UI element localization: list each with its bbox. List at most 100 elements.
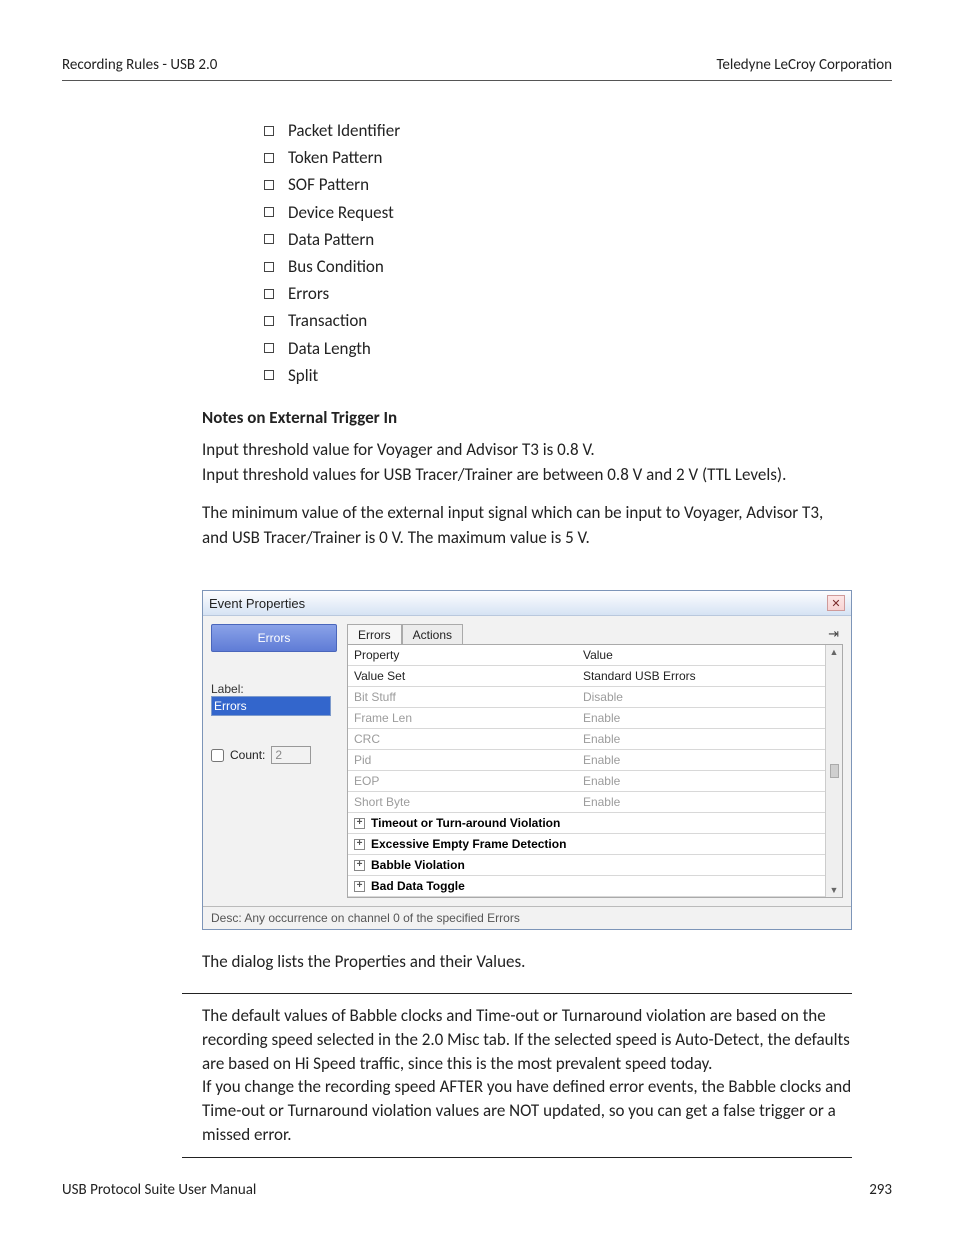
square-bullet-icon <box>264 343 274 353</box>
table-row: Frame LenEnable <box>348 708 825 729</box>
list-item-label: Transaction <box>288 307 367 334</box>
table-row: CRCEnable <box>348 729 825 750</box>
label-caption: Label: <box>211 682 337 696</box>
list-item: Data Length <box>264 335 892 362</box>
list-item: Errors <box>264 280 892 307</box>
square-bullet-icon <box>264 316 274 326</box>
footer-left: USB Protocol Suite User Manual <box>62 1181 256 1199</box>
table-row: Bit StuffDisable <box>348 687 825 708</box>
label-field[interactable] <box>211 696 331 716</box>
cell-value: Enable <box>577 771 825 791</box>
event-properties-dialog: Event Properties ✕ Errors Label: Count: … <box>202 590 852 930</box>
vertical-scrollbar[interactable]: ▲ ▼ <box>825 645 842 897</box>
cell-property: Pid <box>348 750 577 770</box>
cell-value: Enable <box>577 729 825 749</box>
cell-value: Enable <box>577 750 825 770</box>
tab-actions[interactable]: Actions <box>402 624 463 645</box>
close-icon[interactable]: ✕ <box>827 595 845 611</box>
table-group-row[interactable]: + Excessive Empty Frame Detection <box>348 834 825 855</box>
group-label: Timeout or Turn-around Violation <box>371 816 560 830</box>
square-bullet-icon <box>264 153 274 163</box>
paragraph-minmax: The minimum value of the external input … <box>202 501 852 550</box>
table-group-row[interactable]: + Timeout or Turn-around Violation <box>348 813 825 834</box>
list-item: Device Request <box>264 199 892 226</box>
cell-property: Value Set <box>348 666 577 686</box>
square-bullet-icon <box>264 262 274 272</box>
note-line: If you change the recording speed AFTER … <box>202 1075 852 1146</box>
expand-icon[interactable]: + <box>354 860 365 871</box>
cell-value: Disable <box>577 687 825 707</box>
table-row: PropertyValue <box>348 645 825 666</box>
note-line: The default values of Babble clocks and … <box>202 1004 852 1075</box>
count-caption: Count: <box>230 748 265 762</box>
dialog-desc: Desc: Any occurrence on channel 0 of the… <box>203 906 851 929</box>
list-item: Bus Condition <box>264 253 892 280</box>
paragraph-thresholds: Input threshold value for Voyager and Ad… <box>202 438 852 487</box>
cell-value: Standard USB Errors <box>577 666 825 686</box>
cell-property: CRC <box>348 729 577 749</box>
section-subhead: Notes on External Trigger In <box>202 407 892 428</box>
paragraph-after-dialog: The dialog lists the Properties and thei… <box>202 950 852 975</box>
list-item-label: Split <box>288 362 318 389</box>
list-item-label: Token Pattern <box>288 144 382 171</box>
square-bullet-icon <box>264 234 274 244</box>
table-group-row[interactable]: + Babble Violation <box>348 855 825 876</box>
errors-button[interactable]: Errors <box>211 624 337 652</box>
para-line: Input threshold value for Voyager and Ad… <box>202 439 595 460</box>
page-header: Recording Rules - USB 2.0 Teledyne LeCro… <box>62 56 892 81</box>
tab-errors[interactable]: Errors <box>347 624 402 645</box>
dialog-titlebar: Event Properties ✕ <box>203 591 851 616</box>
list-item: Packet Identifier <box>264 117 892 144</box>
table-group-row[interactable]: + Bad Data Toggle <box>348 876 825 897</box>
list-item-label: Bus Condition <box>288 253 384 280</box>
cell-value: Value <box>577 645 825 665</box>
count-field[interactable] <box>271 746 311 764</box>
header-left: Recording Rules - USB 2.0 <box>62 56 217 74</box>
page-footer: USB Protocol Suite User Manual 293 <box>62 1181 892 1199</box>
list-item-label: Errors <box>288 280 329 307</box>
pin-icon[interactable]: ⇥ <box>824 624 843 644</box>
para-line: Input threshold values for USB Tracer/Tr… <box>202 464 786 485</box>
table-row: EOPEnable <box>348 771 825 792</box>
table-row: PidEnable <box>348 750 825 771</box>
square-bullet-icon <box>264 126 274 136</box>
square-bullet-icon <box>264 180 274 190</box>
scroll-up-icon[interactable]: ▲ <box>830 647 839 657</box>
count-checkbox[interactable] <box>211 749 224 762</box>
footer-page-number: 293 <box>869 1181 892 1199</box>
list-item: Split <box>264 362 892 389</box>
expand-icon[interactable]: + <box>354 881 365 892</box>
expand-icon[interactable]: + <box>354 818 365 829</box>
list-item-label: Data Length <box>288 335 371 362</box>
cell-value: Enable <box>577 792 825 812</box>
note-block: The default values of Babble clocks and … <box>182 993 852 1158</box>
list-item-label: Data Pattern <box>288 226 374 253</box>
list-item: Token Pattern <box>264 144 892 171</box>
bullet-list: Packet IdentifierToken PatternSOF Patter… <box>264 117 892 389</box>
table-row: Short ByteEnable <box>348 792 825 813</box>
cell-property: Frame Len <box>348 708 577 728</box>
list-item-label: SOF Pattern <box>288 171 369 198</box>
list-item: SOF Pattern <box>264 171 892 198</box>
group-label: Excessive Empty Frame Detection <box>371 837 566 851</box>
list-item-label: Device Request <box>288 199 394 226</box>
tab-strip: Errors Actions <box>347 624 463 645</box>
scroll-down-icon[interactable]: ▼ <box>830 885 839 895</box>
cell-property: EOP <box>348 771 577 791</box>
group-label: Bad Data Toggle <box>371 879 465 893</box>
header-right: Teledyne LeCroy Corporation <box>716 56 892 74</box>
dialog-title: Event Properties <box>209 596 305 611</box>
expand-icon[interactable]: + <box>354 839 365 850</box>
cell-value: Enable <box>577 708 825 728</box>
list-item: Data Pattern <box>264 226 892 253</box>
list-item: Transaction <box>264 307 892 334</box>
list-item-label: Packet Identifier <box>288 117 400 144</box>
cell-property: Property <box>348 645 577 665</box>
square-bullet-icon <box>264 289 274 299</box>
scroll-thumb[interactable] <box>830 764 839 778</box>
cell-property: Short Byte <box>348 792 577 812</box>
square-bullet-icon <box>264 207 274 217</box>
properties-grid: PropertyValueValue SetStandard USB Error… <box>348 645 825 897</box>
group-label: Babble Violation <box>371 858 465 872</box>
table-row: Value SetStandard USB Errors <box>348 666 825 687</box>
